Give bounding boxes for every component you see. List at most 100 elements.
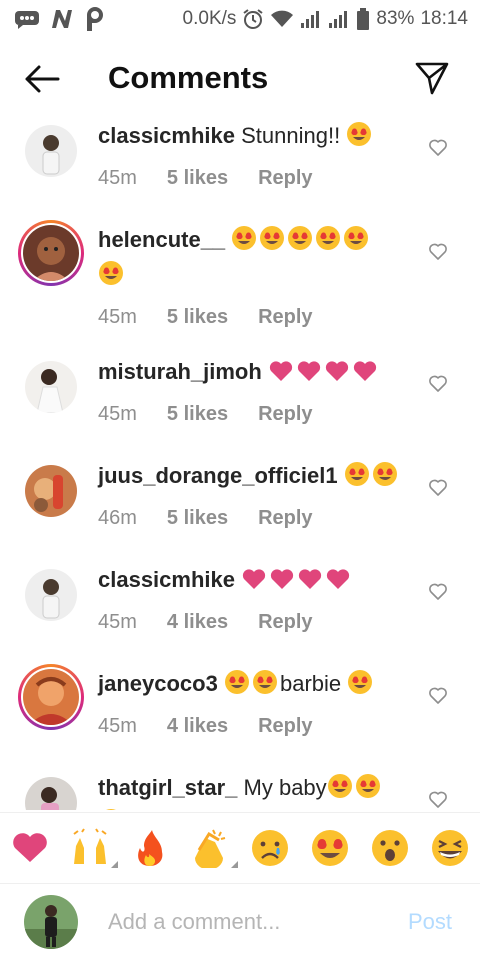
heart-eyes-icon	[346, 121, 372, 155]
comment-body: juus_dorange_officiel1 46m 5 likes Reply	[98, 460, 408, 534]
comment-username[interactable]: classicmhike	[98, 123, 235, 148]
comment-composer: Post	[0, 885, 480, 960]
pink-heart-icon	[268, 359, 294, 391]
avatar[interactable]	[22, 358, 80, 416]
avatar[interactable]	[22, 122, 80, 180]
comment-time: 45m	[98, 167, 137, 189]
like-button[interactable]	[428, 242, 448, 262]
comment-username[interactable]: misturah_jimoh	[98, 359, 262, 384]
quick-emoji-surprised-face[interactable]	[368, 826, 412, 870]
heart-eyes-icon	[287, 225, 313, 259]
like-button[interactable]	[428, 374, 448, 394]
reply-button[interactable]: Reply	[258, 163, 312, 194]
comment-username[interactable]: juus_dorange_officiel1	[98, 463, 338, 488]
quick-emoji-raising-hands[interactable]	[68, 826, 118, 870]
pink-heart-icon	[352, 359, 378, 391]
comment-meta: 45m 4 likes Reply	[98, 711, 408, 742]
avatar[interactable]	[22, 774, 80, 810]
comment-list[interactable]: classicmhike Stunning!! 45m 5 likes Repl…	[0, 116, 480, 810]
crying-face-icon	[252, 830, 288, 866]
comment-meta: 45m 5 likes Reply	[98, 302, 408, 333]
heart-outline-icon	[429, 583, 447, 600]
quick-emoji-grinning-squint-face[interactable]	[428, 826, 472, 870]
comment-username[interactable]: thatgirl_star_	[98, 775, 237, 800]
heart-eyes-icon	[372, 461, 398, 495]
back-button[interactable]	[24, 64, 60, 94]
page-title: Comments	[108, 60, 269, 95]
signal-icon	[300, 10, 322, 28]
comment-body: helencute__ 45m 5 likes Reply	[98, 224, 408, 333]
comment-meta: 46m 5 likes Reply	[98, 503, 408, 534]
avatar[interactable]	[22, 566, 80, 624]
avatar[interactable]	[18, 664, 84, 730]
battery-level: 83%	[376, 8, 415, 29]
quick-emoji-heart[interactable]	[8, 826, 52, 870]
heart-eyes-icon	[327, 773, 353, 807]
like-button[interactable]	[428, 686, 448, 706]
heart-eyes-icon	[344, 461, 370, 495]
comment-username[interactable]: janeycoco3	[98, 671, 218, 696]
reply-button[interactable]: Reply	[258, 607, 312, 638]
heart-outline-icon	[429, 479, 447, 496]
heart-outline-icon	[429, 687, 447, 704]
heart-eyes-icon	[252, 669, 278, 703]
comment-likes[interactable]: 5 likes	[167, 399, 228, 430]
like-button[interactable]	[428, 478, 448, 498]
comment-likes[interactable]: 4 likes	[167, 711, 228, 742]
comment-body: classicmhike Stunning!! 45m 5 likes Repl…	[98, 120, 408, 194]
wifi-icon	[270, 9, 294, 29]
like-button[interactable]	[428, 138, 448, 158]
reply-button[interactable]: Reply	[258, 399, 312, 430]
heart-eyes-icon	[347, 669, 373, 703]
quick-emoji-clapping-hands[interactable]	[188, 826, 238, 870]
heart-outline-icon	[429, 375, 447, 392]
comment-likes[interactable]: 5 likes	[167, 503, 228, 534]
quick-emoji-heart-eyes[interactable]	[308, 826, 352, 870]
comment-body: thatgirl_star_ My baby	[98, 772, 408, 810]
reply-button[interactable]: Reply	[258, 302, 312, 333]
surprised-face-icon	[372, 830, 408, 866]
share-button[interactable]	[414, 60, 450, 96]
comment-likes[interactable]: 5 likes	[167, 163, 228, 194]
comment-likes[interactable]: 4 likes	[167, 607, 228, 638]
pink-heart-icon	[296, 359, 322, 391]
comment-body: janeycoco3 barbie 45m 4 likes Reply	[98, 668, 408, 742]
comment-time: 45m	[98, 403, 137, 425]
like-button[interactable]	[428, 790, 448, 810]
my-avatar	[24, 895, 78, 949]
status-right: 0.0K/s 83% 18:14	[183, 8, 468, 30]
comment-username[interactable]: classicmhike	[98, 567, 235, 592]
comment-text: My baby	[243, 775, 327, 800]
pink-heart-icon	[269, 567, 295, 599]
comment-username[interactable]: helencute__	[98, 227, 225, 252]
heart-outline-icon	[429, 139, 447, 156]
post-button[interactable]: Post	[408, 909, 452, 935]
comment-likes[interactable]: 5 likes	[167, 302, 228, 333]
reply-button[interactable]: Reply	[258, 503, 312, 534]
quick-emoji-fire[interactable]	[128, 826, 172, 870]
comment-text: barbie	[279, 671, 342, 696]
heart-eyes-icon	[98, 808, 124, 810]
back-arrow-icon	[25, 65, 60, 93]
comment-time: 45m	[98, 715, 137, 737]
pink-heart-icon	[325, 567, 351, 599]
comment-body: classicmhike 45m 4 likes Reply	[98, 564, 408, 638]
pink-heart-icon	[297, 567, 323, 599]
comment-input[interactable]	[108, 903, 388, 941]
heart-eyes-icon	[315, 225, 341, 259]
grinning-squint-face-icon	[432, 830, 468, 866]
avatar[interactable]	[18, 220, 84, 286]
comment-meta: 45m 5 likes Reply	[98, 163, 408, 194]
heart-eyes-icon	[259, 225, 285, 259]
alarm-icon	[242, 8, 264, 30]
status-bar: 0.0K/s 83% 18:14	[0, 0, 480, 38]
like-button[interactable]	[428, 582, 448, 602]
avatar[interactable]	[22, 462, 80, 520]
comment-text: Stunning!!	[241, 123, 341, 148]
quick-emoji-crying-face[interactable]	[248, 826, 292, 870]
paper-plane-icon	[415, 62, 449, 95]
fire-icon	[138, 830, 163, 866]
comment-meta: 45m 4 likes Reply	[98, 607, 408, 638]
reply-button[interactable]: Reply	[258, 711, 312, 742]
status-left	[14, 7, 106, 31]
